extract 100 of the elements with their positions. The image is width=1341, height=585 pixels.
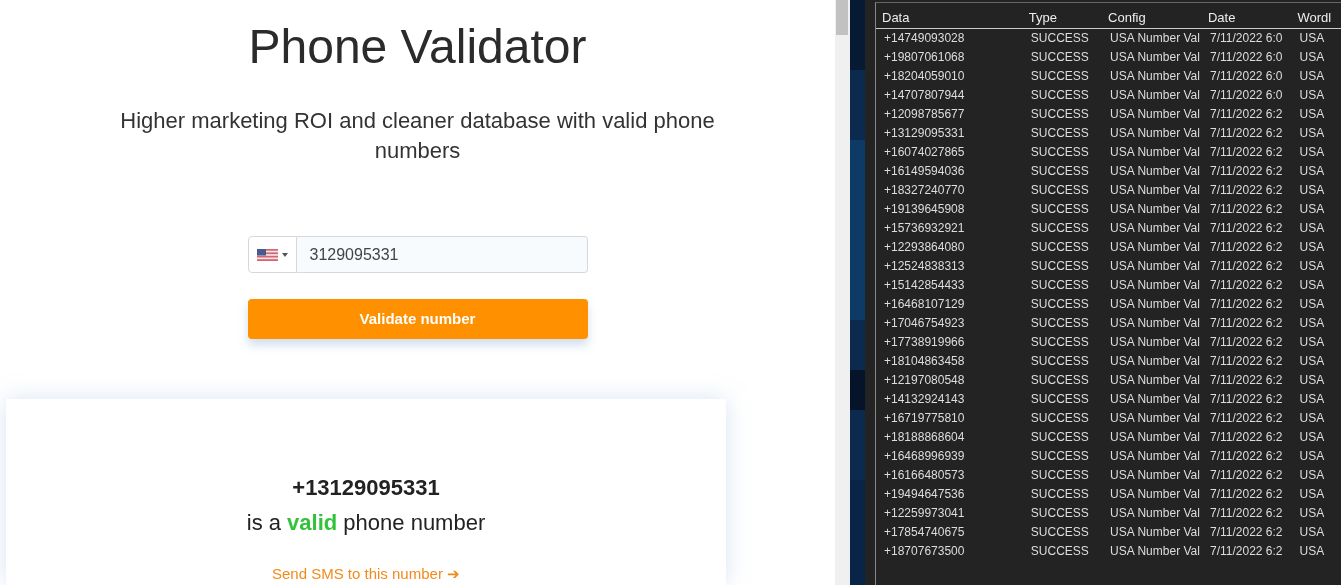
table-cell-text: USA <box>1298 447 1326 465</box>
table-cell-text: +17046754923 <box>883 314 966 332</box>
table-cell-text: 7/11/2022 6:2 <box>1209 333 1284 351</box>
column-header[interactable]: Config <box>1102 3 1202 28</box>
table-cell-text: USA Number Val <box>1109 276 1201 294</box>
table-cell-text: +13129095331 <box>883 124 966 142</box>
column-header[interactable]: Data <box>876 3 1023 28</box>
table-cell-text: +12098785677 <box>883 105 966 123</box>
table-cell-text: +16468996939 <box>883 447 966 465</box>
page-title: Phone Validator <box>247 19 588 75</box>
table-cell-text: SUCCESS <box>1029 238 1090 256</box>
table-cell-text: USA <box>1298 295 1326 313</box>
table-cell-text: +19807061068 <box>883 48 966 66</box>
flag-icon <box>256 248 278 261</box>
table-cell-text: SUCCESS <box>1029 48 1090 66</box>
table-cell-text: SUCCESS <box>1029 181 1090 199</box>
table-cell-text: 7/11/2022 6:2 <box>1209 200 1284 218</box>
table-cell-text: SUCCESS <box>1029 390 1090 408</box>
table-cell-text: SUCCESS <box>1029 485 1090 503</box>
table-cell-text: SUCCESS <box>1029 219 1090 237</box>
table-cell-text: +18327240770 <box>883 181 966 199</box>
table-cell: SUCCESS <box>1022 28 1103 47</box>
table-cell-text: USA <box>1298 238 1326 256</box>
table-cell-text: 7/11/2022 6:2 <box>1209 447 1284 465</box>
table-cell-text: SUCCESS <box>1029 86 1090 104</box>
table-cell-text: 7/11/2022 6:2 <box>1209 428 1284 446</box>
table-cell-text: SUCCESS <box>1029 466 1090 484</box>
table-cell-text: 7/11/2022 6:2 <box>1209 504 1284 522</box>
table-cell-text: +17738919966 <box>883 333 966 351</box>
table-cell-text: +18104863458 <box>883 352 966 370</box>
table-cell-text: 7/11/2022 6:0 <box>1209 48 1284 66</box>
table-cell-text: USA Number Val <box>1109 67 1201 85</box>
table-cell-text: USA Number Val <box>1109 409 1201 427</box>
scrollbar-thumb[interactable] <box>836 0 848 35</box>
table-cell-text: USA <box>1298 200 1326 218</box>
table-cell-text: SUCCESS <box>1029 295 1090 313</box>
table-cell-text: USA <box>1298 409 1326 427</box>
table-cell-text: USA Number Val <box>1109 48 1201 66</box>
table-cell-text: 7/11/2022 6:2 <box>1209 105 1284 123</box>
table-cell-text: +19139645908 <box>883 200 966 218</box>
table-cell-text: USA <box>1298 352 1326 370</box>
table-cell-text: 7/11/2022 6:2 <box>1209 523 1284 541</box>
table-cell-text: +17854740675 <box>883 523 966 541</box>
table-cell-text: USA Number Val <box>1109 504 1201 522</box>
table-cell-text: +12524838313 <box>883 257 966 275</box>
table-cell-text: +16149594036 <box>883 162 966 180</box>
result-sentence: is a valid phone number <box>246 508 486 537</box>
table-cell-text: USA <box>1298 466 1326 484</box>
country-selector[interactable] <box>247 235 297 274</box>
table-cell-text: USA Number Val <box>1109 86 1201 104</box>
table-cell-text: USA Number Val <box>1109 466 1201 484</box>
table-cell-text: SUCCESS <box>1029 352 1090 370</box>
table-cell-text: USA Number Val <box>1109 523 1201 541</box>
table-cell-text: USA Number Val <box>1109 238 1201 256</box>
table-cell-text: USA <box>1298 371 1326 389</box>
table-cell-text: SUCCESS <box>1029 333 1090 351</box>
table-cell-text: 7/11/2022 6:2 <box>1209 181 1284 199</box>
table-cell-text: USA <box>1298 390 1326 408</box>
table-cell: +14749093028 <box>876 28 1023 47</box>
table-cell-text: USA Number Val <box>1109 352 1201 370</box>
table-cell-text: 7/11/2022 6:2 <box>1209 542 1284 560</box>
table-cell-text: USA Number Val <box>1109 333 1201 351</box>
table-cell-text: USA <box>1298 257 1326 275</box>
column-header[interactable]: Wordl <box>1291 3 1341 28</box>
table-cell-text: SUCCESS <box>1029 257 1090 275</box>
table-cell-text: USA <box>1298 219 1326 237</box>
phone-input-field[interactable]: 3129095331 <box>296 235 588 274</box>
table-cell-text: 7/11/2022 6:2 <box>1209 314 1284 332</box>
table-cell-text: +15736932921 <box>883 219 966 237</box>
table-cell-text: +18204059010 <box>883 67 966 85</box>
table-cell-text: SUCCESS <box>1029 124 1090 142</box>
table-cell-text: USA Number Val <box>1109 295 1201 313</box>
table-cell-text: +12293864080 <box>883 238 966 256</box>
table-cell-text: 7/11/2022 6:2 <box>1209 238 1284 256</box>
table-cell-text: SUCCESS <box>1029 67 1090 85</box>
column-header[interactable]: Type <box>1022 3 1103 28</box>
table-cell-text: +12197080548 <box>883 371 966 389</box>
table-cell-text: USA <box>1298 124 1326 142</box>
table-cell-text: 7/11/2022 6:0 <box>1209 86 1284 104</box>
table-cell-text: SUCCESS <box>1029 162 1090 180</box>
table-cell-text: +18188868604 <box>883 428 966 446</box>
table-cell-text: +15142854433 <box>883 276 966 294</box>
table-cell-text: +14707807944 <box>883 86 966 104</box>
table-cell-text: +18707673500 <box>883 542 966 560</box>
column-header[interactable]: Date <box>1202 3 1292 28</box>
table-cell-text: SUCCESS <box>1029 447 1090 465</box>
table-cell-text: 7/11/2022 6:2 <box>1209 219 1284 237</box>
table-cell-text: USA Number Val <box>1109 542 1201 560</box>
table-cell-text: USA <box>1298 276 1326 294</box>
table-cell-text: USA <box>1298 504 1326 522</box>
table-cell-text: +16468107129 <box>883 295 966 313</box>
table-cell-text: 7/11/2022 6:0 <box>1209 67 1284 85</box>
table-cell-text: USA <box>1298 314 1326 332</box>
table-cell-text: USA Number Val <box>1109 257 1201 275</box>
table-cell: USA Number Val <box>1102 28 1202 47</box>
table-cell-text: 7/11/2022 6:2 <box>1209 124 1284 142</box>
page-subtitle: Higher marketing ROI and cleaner database with valid phone numbers <box>119 106 716 165</box>
table-cell-text: USA Number Val <box>1109 162 1201 180</box>
table-cell-text: +12259973041 <box>883 504 966 522</box>
table-cell-text: SUCCESS <box>1029 504 1090 522</box>
